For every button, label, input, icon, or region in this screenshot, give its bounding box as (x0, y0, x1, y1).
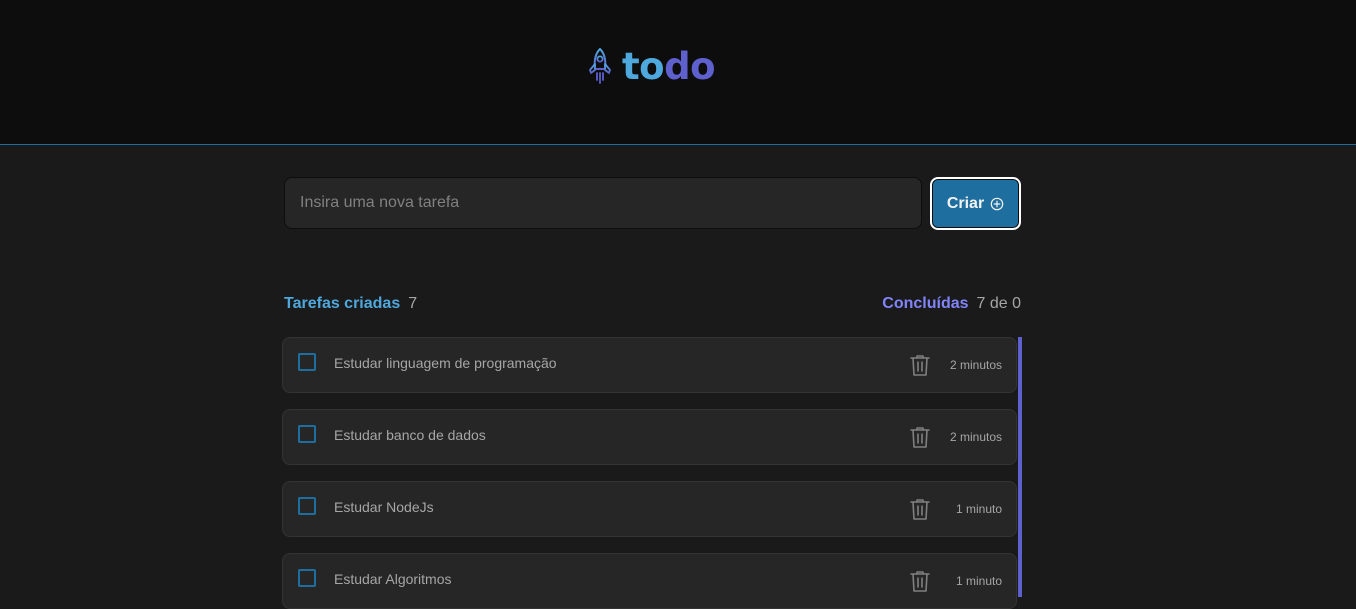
task-checkbox[interactable] (298, 569, 316, 587)
task-checkbox[interactable] (298, 497, 316, 515)
task-text: Estudar linguagem de programação (334, 355, 557, 371)
new-task-input[interactable] (284, 177, 922, 229)
logo-text-to: to (622, 44, 665, 88)
trash-icon[interactable] (909, 425, 931, 449)
created-count: 7 (408, 295, 418, 312)
trash-icon[interactable] (909, 497, 931, 521)
logo-text-do: do (664, 44, 716, 88)
trash-icon[interactable] (909, 353, 931, 377)
task-item: Estudar NodeJs 1 minuto (282, 481, 1017, 537)
task-time: 2 minutos (949, 358, 1002, 372)
app-logo: todo (588, 44, 716, 88)
task-item: Estudar Algoritmos 1 minuto (282, 553, 1017, 609)
task-time: 2 minutos (949, 430, 1002, 444)
app-header: todo (0, 0, 1356, 145)
rocket-icon (589, 48, 611, 84)
create-button[interactable]: Criar (930, 177, 1021, 230)
task-text: Estudar NodeJs (334, 499, 434, 515)
task-text: Estudar Algoritmos (334, 571, 452, 587)
task-time: 1 minuto (955, 502, 1002, 516)
task-item: Estudar linguagem de programação 2 minut… (282, 337, 1017, 393)
task-list[interactable]: Estudar linguagem de programação 2 minut… (282, 337, 1022, 609)
done-label: Concluídas (882, 295, 969, 312)
create-button-label: Criar (946, 194, 985, 212)
trash-icon[interactable] (909, 569, 931, 593)
done-count: 7 de 0 (976, 295, 1021, 312)
created-counter: Tarefas criadas 7 (284, 295, 417, 313)
task-counters: Tarefas criadas 7 Concluídas 7 de 0 (284, 293, 1021, 315)
task-item: Estudar banco de dados 2 minutos (282, 409, 1017, 465)
task-time: 1 minuto (955, 574, 1002, 588)
new-task-form: Criar (284, 177, 1021, 230)
logo-wordmark: todo (622, 44, 716, 88)
created-label: Tarefas criadas (284, 295, 401, 312)
task-checkbox[interactable] (298, 353, 316, 371)
task-checkbox[interactable] (298, 425, 316, 443)
task-text: Estudar banco de dados (334, 427, 486, 443)
done-counter: Concluídas 7 de 0 (882, 295, 1021, 313)
plus-circle-icon (990, 197, 1004, 210)
